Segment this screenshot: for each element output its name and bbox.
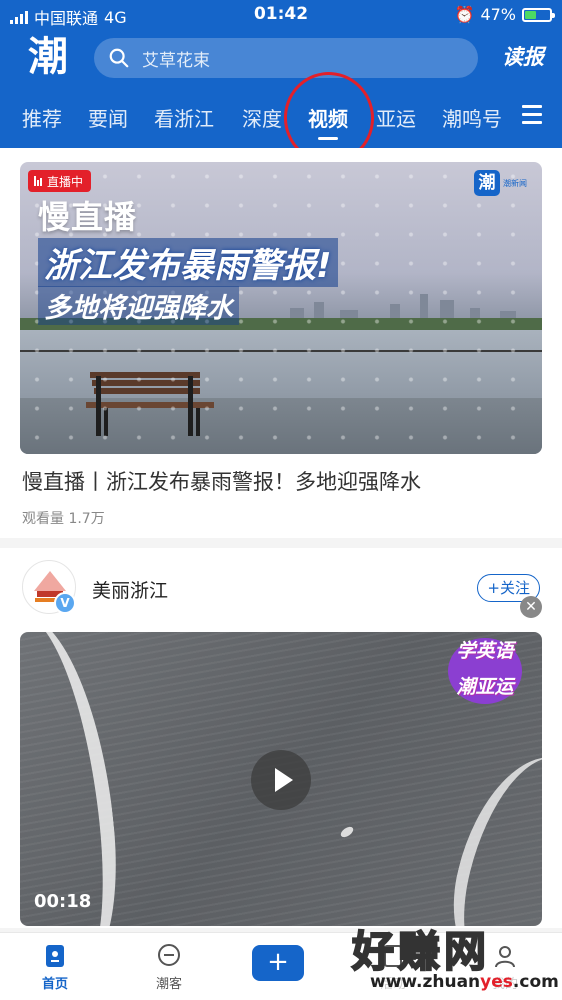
nav-profile-label: 我的 — [491, 977, 518, 992]
nav-home-label: 首页 — [41, 977, 68, 992]
author-video-card[interactable]: V 美丽浙江 +关注 ✕ 00:18 学英语 潮亚运 — [0, 548, 562, 928]
channel-logo-text: 潮新闻 — [503, 178, 527, 188]
channel-watermark: 潮 潮新闻 — [474, 170, 534, 196]
video-title[interactable]: 慢直播丨浙江发布暴雨警报！多地迎强降水 — [22, 466, 421, 496]
nav-chaoke[interactable]: 潮客 — [134, 943, 204, 992]
promo-badge[interactable]: 学英语 潮亚运 — [442, 632, 528, 708]
search-icon — [109, 48, 129, 68]
live-video-thumbnail[interactable]: 直播中 潮 潮新闻 慢直播 浙江发布暴雨警报! 多地将迎强降水 — [20, 162, 542, 454]
close-icon[interactable]: ✕ — [520, 596, 542, 618]
video-duration: 00:18 — [34, 891, 92, 912]
battery-icon — [522, 7, 555, 22]
live-badge: 直播中 — [28, 170, 92, 192]
tab-recommend[interactable]: 推荐 — [22, 103, 62, 132]
app-logo[interactable]: 潮 — [22, 32, 74, 82]
status-bar: 中国联通 4G 01:42 ⏰ 47% — [0, 0, 562, 30]
activity-icon — [384, 945, 402, 967]
battery-fill — [525, 10, 537, 19]
app-header: 中国联通 4G 01:42 ⏰ 47% 潮 艾草花束 读报 推荐 要闻 看浙江 … — [0, 0, 562, 170]
alarm-icon: ⏰ — [454, 5, 475, 24]
tab-video[interactable]: 视频 — [308, 103, 348, 140]
nav-activity-label: 活动 — [379, 977, 406, 992]
nav-profile[interactable]: 我的 — [470, 943, 540, 992]
overlay-title-line2: 浙江发布暴雨警报! — [38, 238, 338, 287]
promo-line1: 学英语 — [456, 640, 514, 662]
view-count: 观看量 1.7万 — [22, 511, 105, 527]
nav-home[interactable]: 首页 — [20, 943, 90, 992]
overlay-title-line3: 多地将迎强降水 — [38, 286, 239, 325]
tab-depth[interactable]: 深度 — [242, 103, 282, 132]
nav-activity[interactable]: 活动 — [358, 943, 428, 992]
live-bars-icon — [34, 176, 42, 186]
menu-icon[interactable] — [522, 105, 542, 127]
active-tab-indicator — [318, 137, 338, 140]
verified-badge: V — [54, 592, 76, 614]
channel-tabs: 推荐 要闻 看浙江 深度 视频 亚运 潮鸣号 — [0, 95, 562, 143]
status-right: ⏰ 47% — [454, 5, 555, 24]
tab-headlines[interactable]: 要闻 — [88, 103, 128, 132]
bottom-nav: 首页 潮客 + 活动 我的 — [0, 932, 562, 1000]
tab-asian-games[interactable]: 亚运 — [376, 103, 416, 132]
tab-video-label: 视频 — [308, 107, 348, 131]
publish-button[interactable]: + — [252, 945, 304, 981]
promo-line2: 潮亚运 — [456, 676, 514, 698]
video-thumbnail[interactable]: 00:18 学英语 潮亚运 — [20, 632, 542, 926]
overlay-title-line1: 慢直播 — [38, 198, 138, 236]
tab-chaoming[interactable]: 潮鸣号 — [442, 103, 502, 132]
featured-video-card[interactable]: 直播中 潮 潮新闻 慢直播 浙江发布暴雨警报! 多地将迎强降水 慢直播丨浙江发布… — [0, 148, 562, 538]
tab-zhejiang[interactable]: 看浙江 — [154, 103, 214, 132]
read-newspaper-button[interactable]: 读报 — [502, 40, 544, 74]
profile-icon — [495, 946, 515, 968]
home-icon — [46, 945, 64, 967]
nav-chaoke-label: 潮客 — [155, 977, 182, 992]
search-bar[interactable]: 艾草花束 — [94, 38, 478, 78]
chat-icon — [158, 944, 180, 966]
battery-percent: 47% — [480, 5, 516, 24]
play-icon[interactable] — [251, 750, 311, 810]
search-placeholder: 艾草花束 — [142, 50, 210, 71]
channel-logo: 潮 — [474, 170, 500, 196]
live-badge-label: 直播中 — [47, 174, 84, 189]
author-name[interactable]: 美丽浙江 — [92, 576, 168, 603]
